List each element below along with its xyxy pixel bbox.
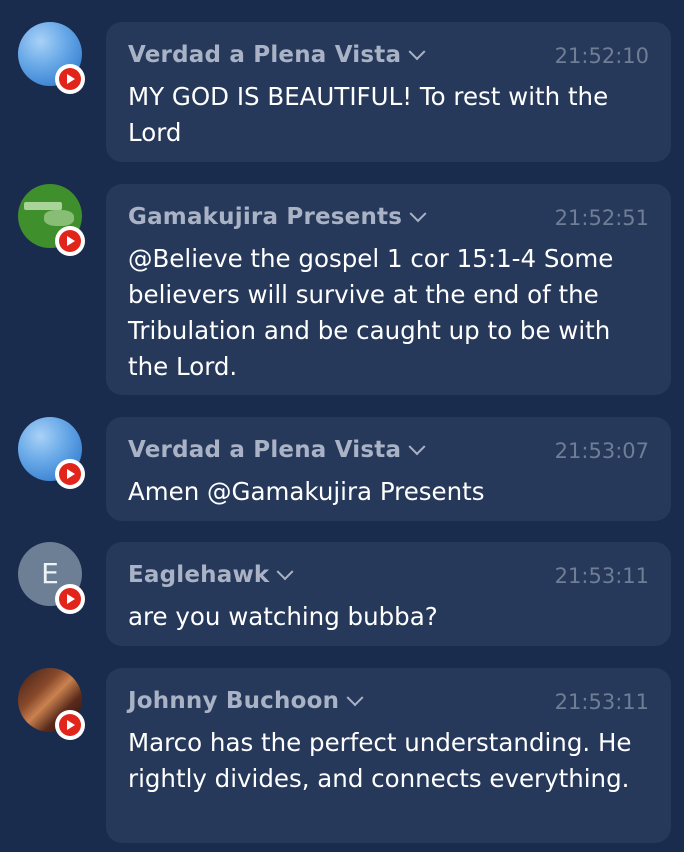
youtube-icon	[55, 226, 85, 256]
author-name[interactable]: Gamakujira Presents	[128, 204, 427, 230]
message-bubble: Eaglehawk 21:53:11 are you watching bubb…	[106, 542, 671, 646]
chevron-down-icon[interactable]	[409, 204, 427, 222]
author-name[interactable]: Eaglehawk	[128, 562, 294, 588]
message-text: @Believe the gospel 1 cor 15:1-4 Some be…	[128, 244, 614, 381]
author-name[interactable]: Verdad a Plena Vista	[128, 437, 426, 463]
message-bubble: Gamakujira Presents 21:52:51 @Believe th…	[106, 184, 671, 395]
timestamp: 21:53:11	[554, 690, 649, 714]
message-text: MY GOD IS BEAUTIFUL! To rest with the Lo…	[128, 82, 609, 147]
message-text: are you watching bubba?	[128, 602, 438, 631]
chevron-down-icon[interactable]	[346, 688, 364, 706]
timestamp: 21:52:10	[554, 44, 649, 68]
timestamp: 21:53:11	[554, 564, 649, 588]
author-name[interactable]: Johnny Buchoon	[128, 688, 364, 714]
timestamp: 21:53:07	[554, 439, 649, 463]
message-bubble: Verdad a Plena Vista 21:52:10 MY GOD IS …	[106, 22, 671, 162]
chevron-down-icon[interactable]	[276, 562, 294, 580]
chevron-down-icon[interactable]	[408, 437, 426, 455]
chevron-down-icon[interactable]	[408, 42, 426, 60]
youtube-icon	[55, 584, 85, 614]
message-text: Amen @Gamakujira Presents	[128, 477, 485, 506]
timestamp: 21:52:51	[554, 206, 649, 230]
youtube-icon	[55, 64, 85, 94]
author-name[interactable]: Verdad a Plena Vista	[128, 42, 426, 68]
youtube-icon	[55, 710, 85, 740]
message-text: Marco has the perfect understanding. He …	[128, 728, 632, 793]
message-bubble: Johnny Buchoon 21:53:11 Marco has the pe…	[106, 668, 671, 843]
youtube-icon	[55, 459, 85, 489]
message-bubble: Verdad a Plena Vista 21:53:07 Amen @Gama…	[106, 417, 671, 521]
